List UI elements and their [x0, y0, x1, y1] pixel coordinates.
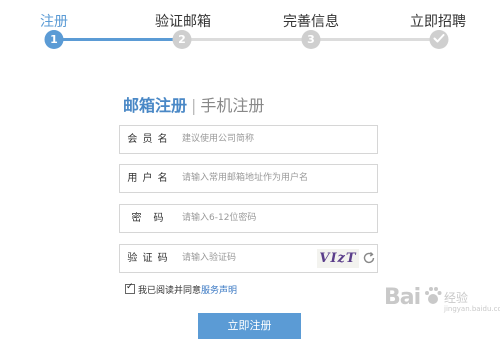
member-name-row: 会 员 名 建议使用公司简称 [119, 125, 378, 154]
captcha-label: 验 证 码 [127, 253, 169, 264]
register-submit-button[interactable]: 立即注册 [198, 313, 301, 339]
baidu-jingyan-watermark: Bai 经验 jingyan.baidu.com [384, 282, 500, 320]
watermark-url: jingyan.baidu.com [444, 305, 500, 313]
username-input[interactable]: 请输入常用邮箱地址作为用户名 [182, 165, 308, 192]
member-name-input[interactable]: 建议使用公司简称 [182, 126, 254, 153]
password-label: 密 码 [131, 213, 165, 224]
tab-separator: | [191, 96, 197, 115]
progress-stepper: 注册 验证邮箱 完善信息 立即招聘 1 2 3 [0, 0, 500, 56]
step-label-recruit: 立即招聘 [410, 14, 466, 30]
member-name-label: 会 员 名 [127, 134, 169, 145]
agree-checkbox[interactable] [125, 282, 135, 294]
watermark-sub: 经验 [444, 291, 469, 305]
step-connector-active [54, 38, 182, 41]
password-row: 密 码 请输入6-12位密码 [119, 204, 378, 233]
refresh-icon[interactable] [362, 251, 376, 265]
username-row: 用 户 名 请输入常用邮箱地址作为用户名 [119, 164, 378, 193]
step-circle-4 [429, 30, 449, 49]
step-circle-1: 1 [44, 30, 64, 49]
captcha-input[interactable]: 请输入验证码 [182, 245, 236, 272]
register-tabs: 邮箱注册 | 手机注册 [123, 92, 264, 116]
tab-email-register[interactable]: 邮箱注册 [123, 96, 187, 115]
step-circle-2: 2 [172, 30, 192, 49]
agreement: 我已阅读并同意服务声明 [125, 282, 237, 296]
check-icon [433, 34, 445, 43]
username-label: 用 户 名 [127, 173, 169, 184]
step-label-complete-info: 完善信息 [283, 14, 339, 30]
password-input[interactable]: 请输入6-12位密码 [182, 205, 256, 232]
step-circle-3: 3 [301, 30, 321, 49]
tab-phone-register[interactable]: 手机注册 [200, 96, 264, 115]
step-label-verify-email: 验证邮箱 [155, 14, 211, 30]
captcha-image[interactable]: VIzT [317, 249, 359, 268]
watermark-brand: Bai [384, 285, 421, 310]
paw-icon [425, 287, 442, 304]
captcha-row: 验 证 码 请输入验证码 VIzT [119, 244, 378, 273]
step-label-register: 注册 [40, 14, 68, 30]
agreement-text: 我已阅读并同意 [138, 286, 202, 296]
terms-link[interactable]: 服务声明 [201, 286, 237, 296]
